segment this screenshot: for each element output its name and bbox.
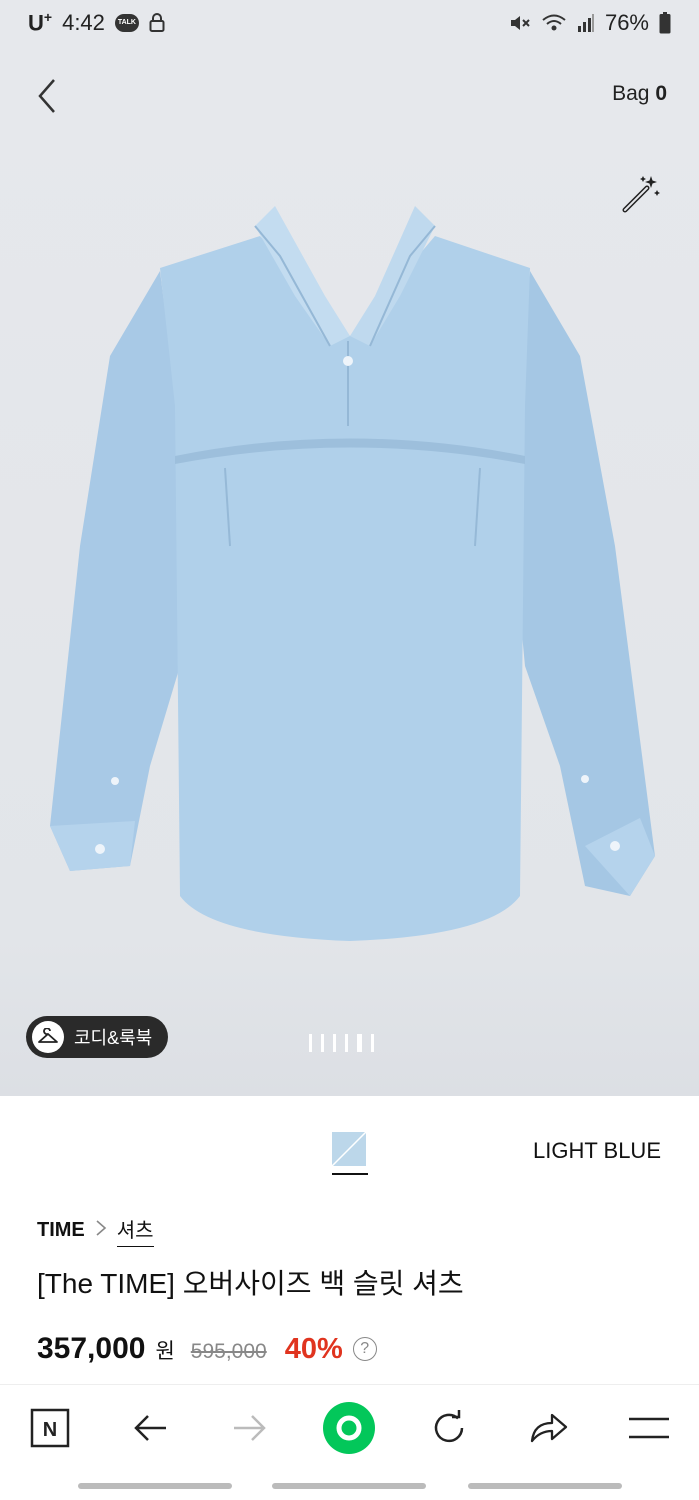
color-name: LIGHT BLUE xyxy=(533,1138,661,1163)
green-dot-icon xyxy=(323,1402,376,1454)
svg-text:N: N xyxy=(43,1419,57,1441)
naver-home-button[interactable]: N xyxy=(23,1401,77,1455)
battery-percent: 76% xyxy=(604,10,649,35)
green-home-button[interactable] xyxy=(322,1401,376,1455)
bag-count: 0 xyxy=(655,82,667,105)
arrow-left-icon xyxy=(133,1415,166,1441)
kakaotalk-icon: TALK xyxy=(114,13,139,32)
codi-lookbook-button[interactable]: 코디&룩북 xyxy=(26,1016,169,1058)
signal-icon xyxy=(577,14,594,32)
back-nav-button[interactable] xyxy=(123,1401,177,1455)
status-bar: U+ 4:42 TALK 76% xyxy=(0,0,699,46)
status-right: 76% xyxy=(509,10,671,36)
carrier-label: U+ xyxy=(28,9,53,36)
mute-icon xyxy=(510,16,530,30)
product-image-gallery[interactable]: Bag 0 코디&룩북 xyxy=(0,46,699,1096)
swatch-diagonal xyxy=(332,1132,366,1166)
sale-price: 357,000 xyxy=(37,1332,146,1365)
forward-nav-button[interactable] xyxy=(223,1401,277,1455)
original-price: 595,000 xyxy=(190,1340,267,1363)
product-title: [The TIME] 오버사이즈 백 슬릿 셔츠 xyxy=(37,1268,464,1299)
lock-icon xyxy=(149,13,165,32)
refresh-button[interactable] xyxy=(422,1401,476,1455)
hanger-icon xyxy=(32,1021,64,1053)
status-left: U+ 4:42 TALK xyxy=(28,9,165,36)
brand-link[interactable]: TIME xyxy=(37,1219,85,1242)
color-option-row: LIGHT BLUE xyxy=(0,1118,699,1184)
breadcrumb: TIME 셔츠 xyxy=(37,1214,154,1247)
hamburger-icon xyxy=(628,1417,669,1439)
pagination-dot[interactable] xyxy=(321,1034,324,1052)
browser-bottom-nav: N xyxy=(0,1384,699,1471)
battery-icon xyxy=(659,12,671,34)
help-icon[interactable]: ? xyxy=(352,1337,377,1361)
discount-rate: 40% xyxy=(284,1333,343,1365)
clock: 4:42 xyxy=(62,9,105,35)
price-row: 357,000 원 595,000 40% ? xyxy=(37,1332,377,1366)
image-pagination xyxy=(309,1034,374,1052)
share-button[interactable] xyxy=(522,1401,576,1455)
back-button[interactable] xyxy=(32,76,64,116)
pagination-dot[interactable] xyxy=(345,1034,348,1052)
currency-label: 원 xyxy=(155,1340,175,1363)
pagination-dot[interactable] xyxy=(371,1034,374,1052)
color-swatch-light-blue[interactable] xyxy=(332,1132,366,1166)
refresh-icon xyxy=(435,1410,464,1443)
bag-label: Bag xyxy=(612,82,650,105)
chevron-left-icon xyxy=(38,79,55,113)
codi-lookbook-label: 코디&룩북 xyxy=(74,1028,153,1048)
category-link[interactable]: 셔츠 xyxy=(116,1214,154,1247)
share-icon xyxy=(530,1413,568,1443)
gesture-bar-right xyxy=(468,1483,622,1489)
wifi-icon xyxy=(542,14,566,31)
swatch-selected-indicator xyxy=(332,1173,368,1175)
arrow-right-icon xyxy=(233,1415,266,1441)
gesture-bar-left xyxy=(78,1483,232,1489)
product-photo xyxy=(50,206,655,941)
chevron-right-icon xyxy=(95,1219,107,1243)
pagination-dot[interactable] xyxy=(333,1034,336,1052)
pagination-dot[interactable] xyxy=(357,1034,362,1052)
pagination-dot[interactable] xyxy=(309,1034,312,1052)
gesture-bar-center xyxy=(272,1483,426,1489)
menu-button[interactable] xyxy=(622,1401,676,1455)
naver-logo-icon: N xyxy=(30,1408,70,1448)
bag-button[interactable]: Bag 0 xyxy=(612,82,667,106)
